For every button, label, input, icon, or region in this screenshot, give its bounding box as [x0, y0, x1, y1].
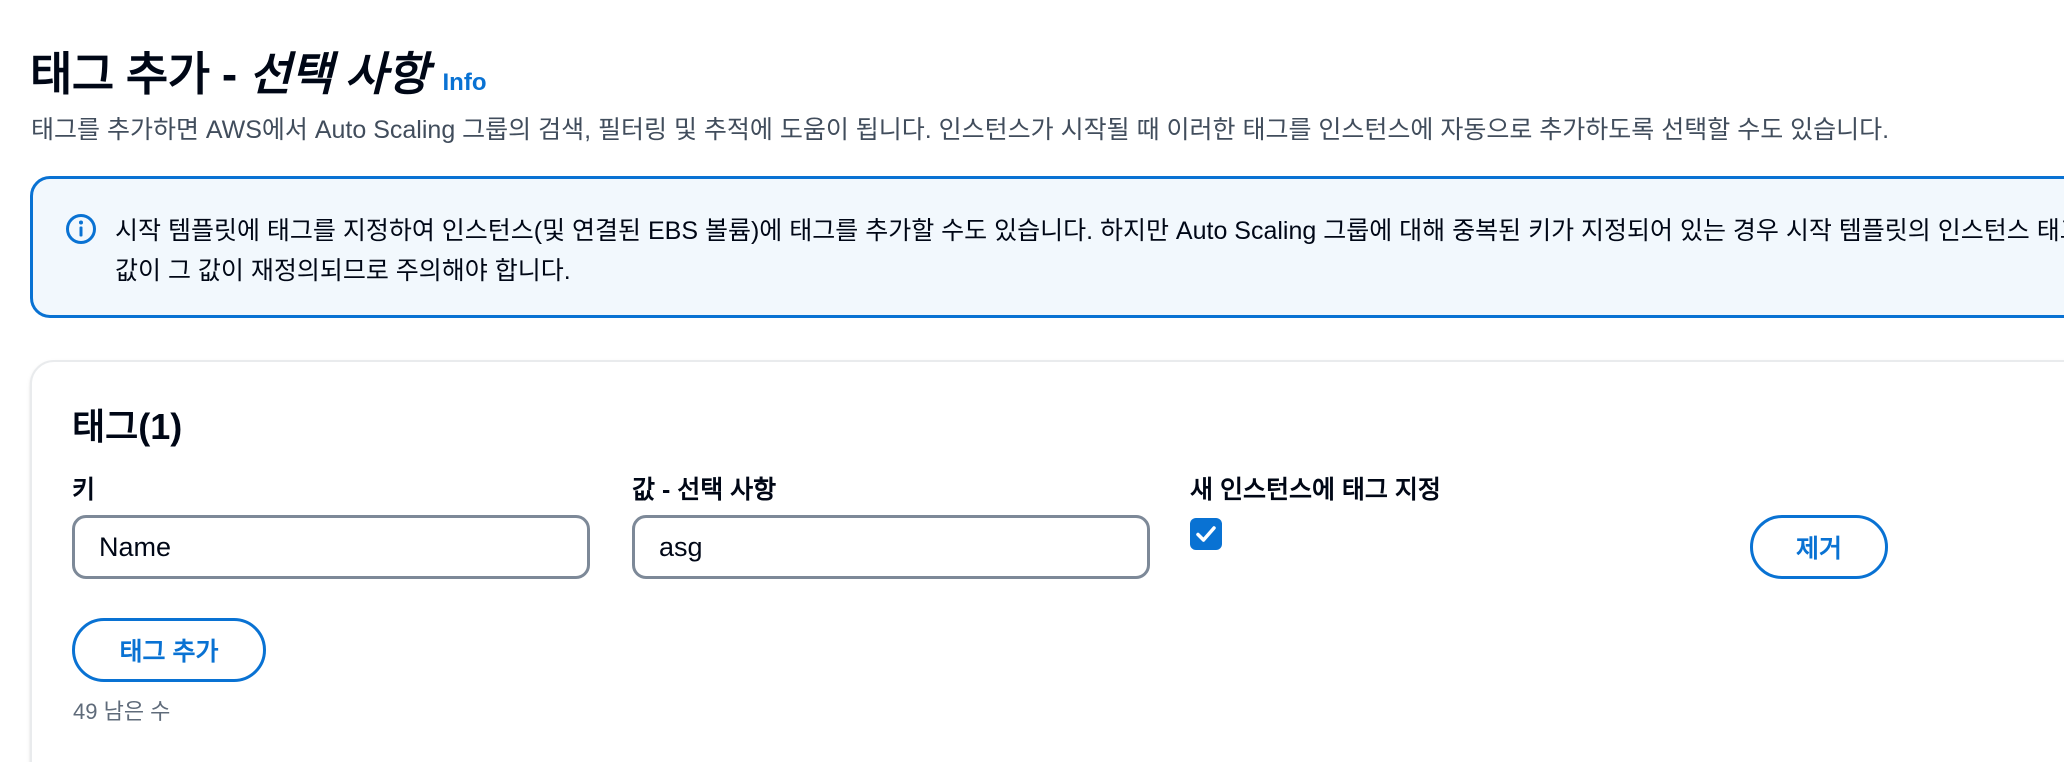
tags-title: 태그(1)	[72, 406, 183, 447]
remaining-count: 49 남은 수	[73, 699, 171, 724]
tags-container: 태그(1) 키 값 - 선택 사항 새 인스턴스에 태그 지정 제거 태그 추가…	[30, 360, 2064, 762]
info-circle-icon	[65, 213, 97, 245]
info-alert: 시작 템플릿에 태그를 지정하여 인스턴스(및 연결된 EBS 볼륨)에 태그를…	[30, 176, 2064, 318]
page-description: 태그를 추가하면 AWS에서 Auto Scaling 그룹의 검색, 필터링 …	[31, 116, 1890, 144]
value-label: 값 - 선택 사항	[632, 476, 777, 504]
propagate-label: 새 인스턴스에 태그 지정	[1190, 476, 1441, 504]
add-tag-button[interactable]: 태그 추가	[72, 618, 266, 682]
page-title: 태그 추가 - 선택 사항	[30, 38, 429, 104]
page-header: 태그 추가 - 선택 사항 Info	[30, 38, 487, 104]
page-title-optional: 선택 사항	[248, 48, 429, 100]
key-label: 키	[72, 476, 96, 504]
tag-key-input[interactable]	[72, 515, 590, 579]
page: 태그 추가 - 선택 사항 Info 태그를 추가하면 AWS에서 Auto S…	[0, 0, 2064, 762]
remove-tag-button[interactable]: 제거	[1750, 515, 1888, 579]
alert-text: 시작 템플릿에 태그를 지정하여 인스턴스(및 연결된 EBS 볼륨)에 태그를…	[115, 217, 2064, 285]
tag-value-input[interactable]	[632, 515, 1150, 579]
checkmark-icon	[1196, 526, 1216, 542]
page-title-main: 태그 추가 -	[30, 48, 249, 100]
propagate-checkbox[interactable]	[1190, 518, 1222, 550]
info-link[interactable]: Info	[443, 69, 487, 97]
